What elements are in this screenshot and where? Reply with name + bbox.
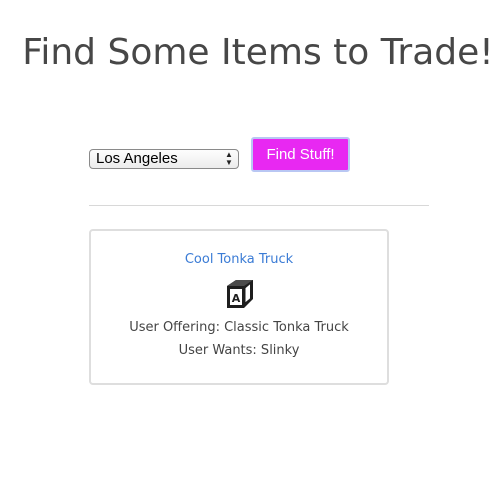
letter-block-icon: A [227,280,253,308]
item-title-link[interactable]: Cool Tonka Truck [91,251,387,269]
search-controls: Los Angeles ▲ ▼ Find Stuff! [89,137,429,173]
find-stuff-button[interactable]: Find Stuff! [251,137,350,172]
city-select-value: Los Angeles [96,150,178,167]
select-arrows-icon: ▲ ▼ [225,150,233,167]
city-select[interactable]: Los Angeles ▲ ▼ [89,149,239,169]
divider [89,205,429,206]
listing-card: Cool Tonka Truck A User Offering: Classi… [89,229,389,385]
user-offering-text: User Offering: Classic Tonka Truck [129,320,349,335]
page-title: Find Some Items to Trade! [22,32,494,73]
user-wants-text: User Wants: Slinky [178,343,300,358]
svg-text:A: A [232,292,241,305]
